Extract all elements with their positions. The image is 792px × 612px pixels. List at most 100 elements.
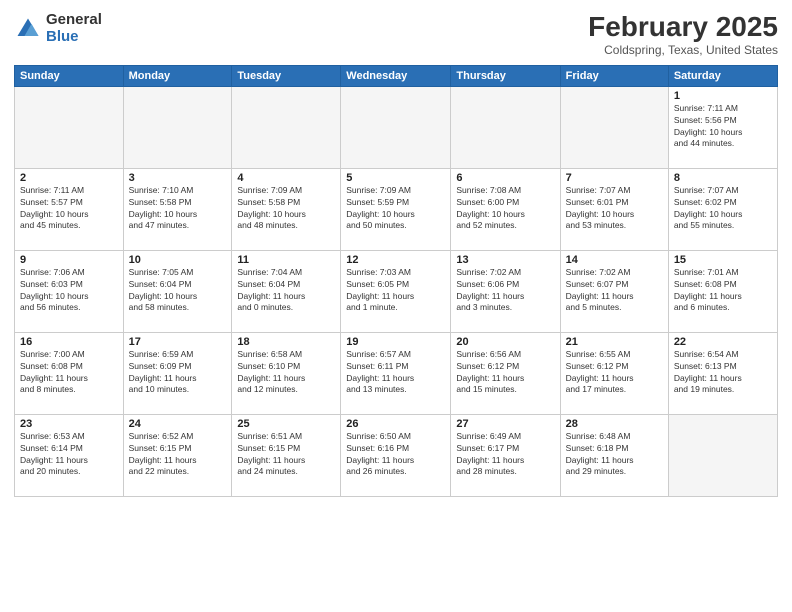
calendar-cell: 19Sunrise: 6:57 AMSunset: 6:11 PMDayligh… [341, 332, 451, 414]
calendar-cell [560, 86, 668, 168]
day-info: Sunrise: 6:51 AMSunset: 6:15 PMDaylight:… [237, 431, 335, 479]
calendar-cell: 14Sunrise: 7:02 AMSunset: 6:07 PMDayligh… [560, 250, 668, 332]
day-number: 21 [566, 336, 663, 348]
day-info: Sunrise: 7:00 AMSunset: 6:08 PMDaylight:… [20, 349, 118, 397]
calendar-cell: 22Sunrise: 6:54 AMSunset: 6:13 PMDayligh… [668, 332, 777, 414]
day-info: Sunrise: 7:09 AMSunset: 5:58 PMDaylight:… [237, 185, 335, 233]
day-info: Sunrise: 7:04 AMSunset: 6:04 PMDaylight:… [237, 267, 335, 315]
day-number: 6 [456, 172, 554, 184]
logo-icon [14, 15, 42, 43]
calendar-cell [451, 86, 560, 168]
day-info: Sunrise: 6:50 AMSunset: 6:16 PMDaylight:… [346, 431, 445, 479]
day-number: 20 [456, 336, 554, 348]
day-number: 17 [129, 336, 227, 348]
day-number: 13 [456, 254, 554, 266]
calendar-cell: 2Sunrise: 7:11 AMSunset: 5:57 PMDaylight… [15, 168, 124, 250]
calendar-cell: 5Sunrise: 7:09 AMSunset: 5:59 PMDaylight… [341, 168, 451, 250]
title-block: February 2025 Coldspring, Texas, United … [588, 12, 778, 57]
calendar-cell: 13Sunrise: 7:02 AMSunset: 6:06 PMDayligh… [451, 250, 560, 332]
calendar-cell: 11Sunrise: 7:04 AMSunset: 6:04 PMDayligh… [232, 250, 341, 332]
header: General Blue February 2025 Coldspring, T… [14, 12, 778, 57]
day-number: 8 [674, 172, 772, 184]
day-number: 2 [20, 172, 118, 184]
calendar-cell: 12Sunrise: 7:03 AMSunset: 6:05 PMDayligh… [341, 250, 451, 332]
calendar-cell [341, 86, 451, 168]
day-number: 3 [129, 172, 227, 184]
day-info: Sunrise: 7:02 AMSunset: 6:06 PMDaylight:… [456, 267, 554, 315]
weekday-header: Tuesday [232, 65, 341, 86]
day-info: Sunrise: 7:01 AMSunset: 6:08 PMDaylight:… [674, 267, 772, 315]
day-info: Sunrise: 6:52 AMSunset: 6:15 PMDaylight:… [129, 431, 227, 479]
day-info: Sunrise: 7:07 AMSunset: 6:01 PMDaylight:… [566, 185, 663, 233]
logo-general: General [46, 12, 102, 29]
day-number: 27 [456, 418, 554, 430]
calendar-cell: 25Sunrise: 6:51 AMSunset: 6:15 PMDayligh… [232, 414, 341, 496]
month-title: February 2025 [588, 12, 778, 43]
calendar-cell: 15Sunrise: 7:01 AMSunset: 6:08 PMDayligh… [668, 250, 777, 332]
day-info: Sunrise: 6:49 AMSunset: 6:17 PMDaylight:… [456, 431, 554, 479]
weekday-header: Wednesday [341, 65, 451, 86]
day-info: Sunrise: 6:58 AMSunset: 6:10 PMDaylight:… [237, 349, 335, 397]
day-info: Sunrise: 7:11 AMSunset: 5:57 PMDaylight:… [20, 185, 118, 233]
day-number: 12 [346, 254, 445, 266]
calendar-cell: 28Sunrise: 6:48 AMSunset: 6:18 PMDayligh… [560, 414, 668, 496]
page: General Blue February 2025 Coldspring, T… [0, 0, 792, 612]
calendar-body: 1Sunrise: 7:11 AMSunset: 5:56 PMDaylight… [15, 86, 778, 496]
day-info: Sunrise: 7:02 AMSunset: 6:07 PMDaylight:… [566, 267, 663, 315]
day-number: 26 [346, 418, 445, 430]
calendar-cell [123, 86, 232, 168]
calendar: SundayMondayTuesdayWednesdayThursdayFrid… [14, 65, 778, 497]
calendar-cell: 21Sunrise: 6:55 AMSunset: 6:12 PMDayligh… [560, 332, 668, 414]
day-number: 11 [237, 254, 335, 266]
calendar-cell: 18Sunrise: 6:58 AMSunset: 6:10 PMDayligh… [232, 332, 341, 414]
day-number: 22 [674, 336, 772, 348]
day-info: Sunrise: 7:07 AMSunset: 6:02 PMDaylight:… [674, 185, 772, 233]
day-number: 24 [129, 418, 227, 430]
day-number: 4 [237, 172, 335, 184]
day-number: 1 [674, 90, 772, 102]
calendar-week-row: 9Sunrise: 7:06 AMSunset: 6:03 PMDaylight… [15, 250, 778, 332]
day-info: Sunrise: 6:59 AMSunset: 6:09 PMDaylight:… [129, 349, 227, 397]
day-info: Sunrise: 6:54 AMSunset: 6:13 PMDaylight:… [674, 349, 772, 397]
day-number: 10 [129, 254, 227, 266]
weekday-row: SundayMondayTuesdayWednesdayThursdayFrid… [15, 65, 778, 86]
calendar-week-row: 1Sunrise: 7:11 AMSunset: 5:56 PMDaylight… [15, 86, 778, 168]
calendar-cell: 3Sunrise: 7:10 AMSunset: 5:58 PMDaylight… [123, 168, 232, 250]
calendar-cell [668, 414, 777, 496]
day-info: Sunrise: 7:11 AMSunset: 5:56 PMDaylight:… [674, 103, 772, 151]
weekday-header: Monday [123, 65, 232, 86]
calendar-cell: 20Sunrise: 6:56 AMSunset: 6:12 PMDayligh… [451, 332, 560, 414]
calendar-cell: 1Sunrise: 7:11 AMSunset: 5:56 PMDaylight… [668, 86, 777, 168]
day-info: Sunrise: 6:53 AMSunset: 6:14 PMDaylight:… [20, 431, 118, 479]
day-info: Sunrise: 7:08 AMSunset: 6:00 PMDaylight:… [456, 185, 554, 233]
day-info: Sunrise: 7:09 AMSunset: 5:59 PMDaylight:… [346, 185, 445, 233]
calendar-cell: 7Sunrise: 7:07 AMSunset: 6:01 PMDaylight… [560, 168, 668, 250]
day-number: 16 [20, 336, 118, 348]
day-info: Sunrise: 6:48 AMSunset: 6:18 PMDaylight:… [566, 431, 663, 479]
day-number: 25 [237, 418, 335, 430]
calendar-cell: 8Sunrise: 7:07 AMSunset: 6:02 PMDaylight… [668, 168, 777, 250]
day-info: Sunrise: 7:10 AMSunset: 5:58 PMDaylight:… [129, 185, 227, 233]
calendar-cell: 10Sunrise: 7:05 AMSunset: 6:04 PMDayligh… [123, 250, 232, 332]
calendar-cell: 16Sunrise: 7:00 AMSunset: 6:08 PMDayligh… [15, 332, 124, 414]
location: Coldspring, Texas, United States [588, 43, 778, 57]
day-info: Sunrise: 7:06 AMSunset: 6:03 PMDaylight:… [20, 267, 118, 315]
weekday-header: Saturday [668, 65, 777, 86]
day-info: Sunrise: 7:05 AMSunset: 6:04 PMDaylight:… [129, 267, 227, 315]
day-info: Sunrise: 6:57 AMSunset: 6:11 PMDaylight:… [346, 349, 445, 397]
weekday-header: Thursday [451, 65, 560, 86]
calendar-week-row: 16Sunrise: 7:00 AMSunset: 6:08 PMDayligh… [15, 332, 778, 414]
calendar-cell: 17Sunrise: 6:59 AMSunset: 6:09 PMDayligh… [123, 332, 232, 414]
calendar-cell: 27Sunrise: 6:49 AMSunset: 6:17 PMDayligh… [451, 414, 560, 496]
calendar-cell: 23Sunrise: 6:53 AMSunset: 6:14 PMDayligh… [15, 414, 124, 496]
day-number: 7 [566, 172, 663, 184]
calendar-cell [232, 86, 341, 168]
day-number: 15 [674, 254, 772, 266]
day-number: 5 [346, 172, 445, 184]
calendar-week-row: 2Sunrise: 7:11 AMSunset: 5:57 PMDaylight… [15, 168, 778, 250]
logo-text: General Blue [46, 12, 102, 45]
day-number: 18 [237, 336, 335, 348]
calendar-cell: 24Sunrise: 6:52 AMSunset: 6:15 PMDayligh… [123, 414, 232, 496]
logo-blue: Blue [46, 29, 102, 46]
day-number: 23 [20, 418, 118, 430]
